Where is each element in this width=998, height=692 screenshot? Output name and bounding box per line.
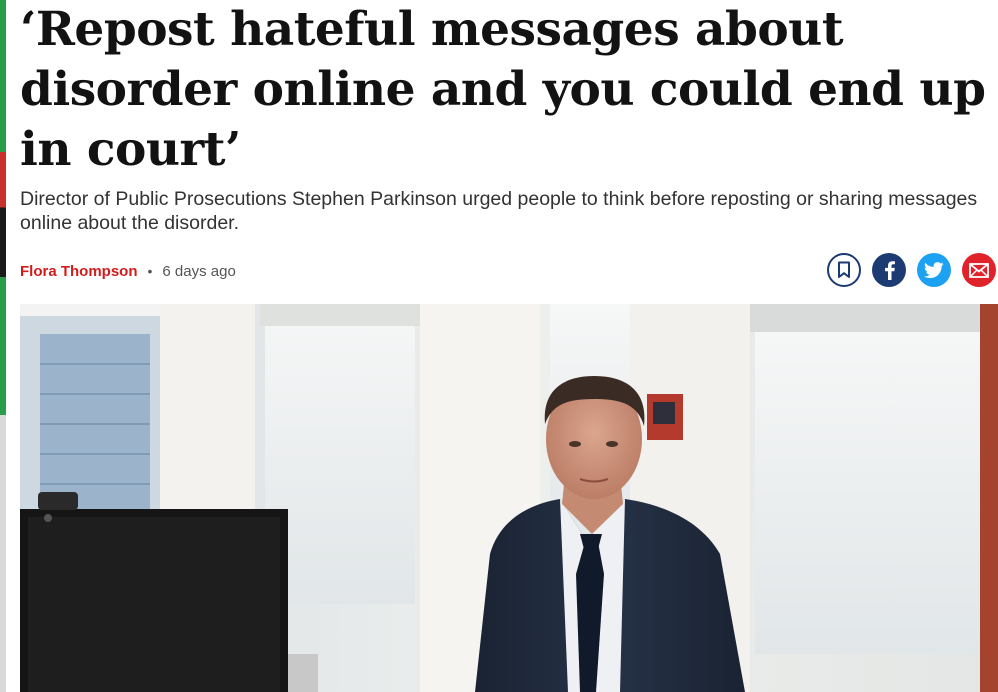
twitter-share-button[interactable] bbox=[917, 253, 951, 287]
article-headline: ‘Repost hateful messages about disorder … bbox=[20, 2, 986, 177]
author-link[interactable]: Flora Thompson bbox=[20, 263, 138, 280]
published-time: 6 days ago bbox=[162, 262, 236, 280]
byline-separator: • bbox=[147, 263, 153, 279]
share-bar bbox=[827, 253, 996, 287]
article-standfirst: Director of Public Prosecutions Stephen … bbox=[20, 188, 978, 234]
facebook-icon bbox=[885, 261, 895, 280]
bookmark-button[interactable] bbox=[827, 253, 861, 287]
byline: Flora Thompson • 6 days ago bbox=[20, 260, 236, 282]
facebook-share-button[interactable] bbox=[872, 253, 906, 287]
article-hero-image bbox=[20, 304, 998, 692]
bookmark-icon bbox=[838, 261, 850, 278]
left-edge-strip bbox=[0, 0, 6, 692]
email-share-button[interactable] bbox=[962, 253, 996, 287]
twitter-icon bbox=[924, 261, 944, 278]
email-icon bbox=[969, 262, 989, 278]
